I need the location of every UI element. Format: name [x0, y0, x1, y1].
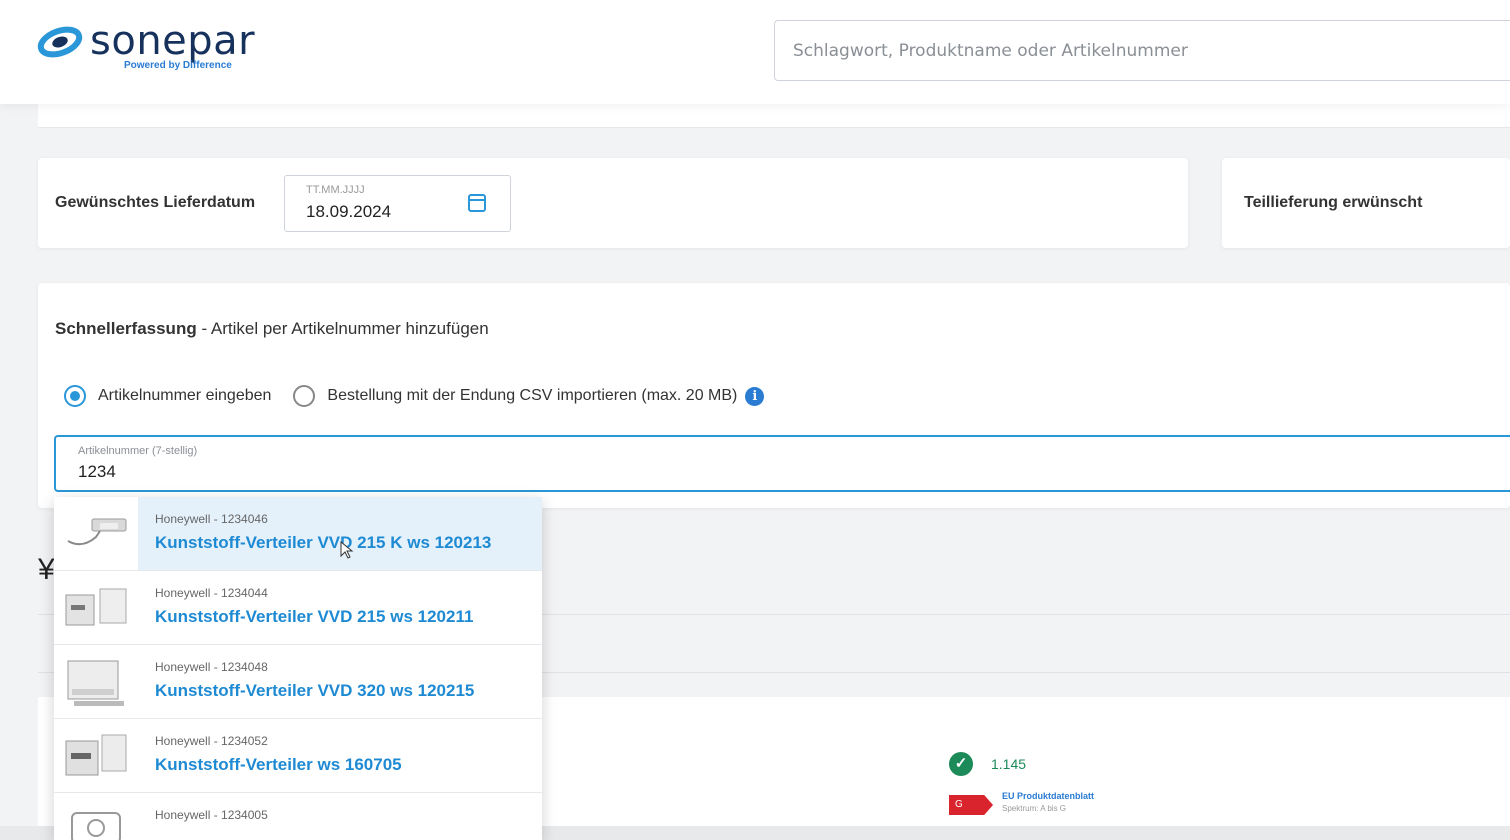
delivery-date-card: Gewünschtes Lieferdatum TT.MM.JJJJ 18.09… — [38, 158, 1188, 248]
radio-csv-label[interactable]: Bestellung mit der Endung CSV importiere… — [327, 387, 737, 405]
suggestion-text[interactable]: Honeywell - 1234048 Kunststoff-Verteiler… — [138, 645, 542, 718]
suggestion-meta: Honeywell - 1234048 — [155, 660, 268, 674]
site-header: sonepar Powered by Difference — [0, 0, 1510, 104]
article-number-input[interactable]: 1234 — [78, 462, 116, 482]
suggestion-text[interactable]: Honeywell - 1234052 Kunststoff-Verteiler… — [138, 719, 542, 792]
suggestion-name[interactable]: Kunststoff-Verteiler VVD 215 K ws 120213 — [155, 533, 491, 553]
suggestion-name[interactable]: Kunststoff-Verteiler VVD 320 ws 120215 — [155, 681, 474, 701]
quick-entry-title-bold: Schnellerfassung — [55, 319, 197, 338]
calendar-icon[interactable] — [468, 194, 486, 212]
cart-icon: ¥ — [38, 553, 55, 586]
article-number-label: Artikelnummer (7-stellig) — [78, 445, 198, 457]
camera-icon — [54, 793, 138, 840]
partial-delivery-card: Teillieferung erwünscht — [1222, 158, 1510, 248]
suggestion-meta: Honeywell - 1234044 — [155, 586, 268, 600]
suggestion-item[interactable]: Honeywell - 1234046 Kunststoff-Verteiler… — [54, 497, 542, 571]
suggestion-meta: Honeywell - 1234046 — [155, 512, 268, 526]
quick-entry-title-rest: - Artikel per Artikelnummer hinzufügen — [196, 319, 489, 338]
logo-subtitle: Powered by Difference — [124, 60, 232, 71]
top-strip — [38, 104, 1510, 128]
distribution-box-icon — [54, 645, 138, 718]
distribution-box-icon — [54, 571, 138, 644]
quick-entry-title: Schnellerfassung - Artikel per Artikelnu… — [55, 319, 489, 339]
article-suggestions-dropdown: Honeywell - 1234046 Kunststoff-Verteiler… — [54, 497, 542, 840]
date-value: 18.09.2024 — [306, 202, 392, 221]
entry-mode-options: Artikelnummer eingeben Bestellung mit de… — [64, 383, 765, 409]
suggestion-item[interactable]: Honeywell - 1234048 Kunststoff-Verteiler… — [54, 645, 542, 719]
suggestion-name[interactable]: Kunststoff-Verteiler VVD 215 ws 120211 — [155, 607, 473, 627]
delivery-date-field[interactable]: TT.MM.JJJJ 18.09.2024 — [284, 175, 511, 232]
radio-manual-entry[interactable] — [64, 385, 86, 407]
suggestion-item[interactable]: Honeywell - 1234044 Kunststoff-Verteiler… — [54, 571, 542, 645]
wall-box-icon — [54, 497, 138, 570]
date-placeholder: TT.MM.JJJJ — [306, 184, 365, 196]
suggestion-meta: Honeywell - 1234005 — [155, 808, 268, 822]
eu-datasheet-link[interactable]: EU Produktdatenblatt — [1002, 791, 1094, 801]
search-input[interactable] — [775, 21, 1510, 80]
quick-entry-card: Schnellerfassung - Artikel per Artikelnu… — [38, 283, 1510, 508]
info-icon[interactable]: i — [745, 386, 765, 406]
delivery-date-label: Gewünschtes Lieferdatum — [55, 194, 256, 211]
search-field[interactable] — [774, 20, 1510, 81]
suggestion-item[interactable]: Honeywell - 1234005 — [54, 793, 542, 840]
logo-mark-icon — [37, 26, 83, 58]
suggestion-meta: Honeywell - 1234052 — [155, 734, 268, 748]
radio-manual-label[interactable]: Artikelnummer eingeben — [98, 387, 271, 405]
distribution-box-icon — [54, 719, 138, 792]
stock-quantity: 1.145 — [991, 756, 1027, 772]
logo-text: sonepar — [90, 18, 256, 64]
energy-label-icon[interactable]: G — [949, 795, 993, 815]
radio-csv-import[interactable] — [293, 385, 316, 407]
suggestion-text[interactable]: Honeywell - 1234046 Kunststoff-Verteiler… — [138, 497, 542, 570]
article-number-field[interactable]: Artikelnummer (7-stellig) 1234 — [54, 435, 1510, 492]
sonepar-logo[interactable]: sonepar Powered by Difference — [36, 18, 276, 78]
in-stock-icon: ✓ — [949, 752, 973, 776]
mouse-pointer-icon — [340, 541, 354, 559]
suggestion-text[interactable]: Honeywell - 1234005 — [138, 793, 542, 840]
suggestion-item[interactable]: Honeywell - 1234052 Kunststoff-Verteiler… — [54, 719, 542, 793]
suggestion-name[interactable]: Kunststoff-Verteiler ws 160705 — [155, 755, 402, 775]
partial-delivery-label: Teillieferung erwünscht — [1244, 194, 1423, 211]
eu-datasheet-spectrum: Spektrum: A bis G — [1002, 804, 1067, 813]
suggestion-text[interactable]: Honeywell - 1234044 Kunststoff-Verteiler… — [138, 571, 542, 644]
